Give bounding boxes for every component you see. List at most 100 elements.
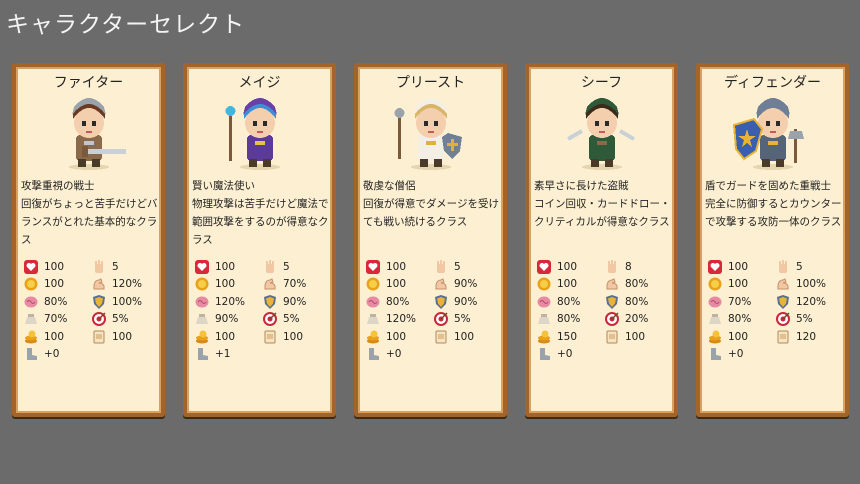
stat-row: 5% [92, 312, 129, 327]
stat-row: 80% [24, 294, 67, 309]
stat-value: 100 [454, 330, 475, 343]
shield-icon [263, 295, 277, 309]
character-card[interactable]: ファイター 攻撃重視の戦士 回復がちょっと苦手だけどバ ランスがとれた基本的なクラス… [12, 63, 165, 417]
brain-icon [366, 295, 380, 309]
stat-value: 100 [283, 330, 304, 343]
card-icon [434, 330, 448, 344]
stat-value: 80% [557, 313, 581, 325]
stat-value: 100 [728, 330, 749, 343]
stat-row: 100 [605, 329, 645, 344]
shield-icon [92, 295, 106, 309]
stat-value: 5% [283, 313, 300, 325]
stat-row: 20% [605, 312, 648, 327]
stat-value: 70% [44, 313, 68, 325]
stat-value: 90% [215, 313, 239, 325]
stat-value: 80% [728, 313, 752, 325]
coin-icon [537, 277, 551, 291]
stat-value: 150 [557, 330, 578, 343]
stat-row: 100 [24, 259, 64, 274]
stat-row: 100 [366, 259, 406, 274]
stat-row: 100 [366, 329, 406, 344]
coin-stack-icon [24, 330, 38, 344]
stat-row: 80% [605, 294, 648, 309]
description-line: 物理攻撃は苦手だけど魔法で [192, 198, 329, 210]
description-line: 範囲攻撃をするのが得意なク [192, 216, 329, 228]
stat-row: 120% [195, 294, 245, 309]
character-card[interactable]: シーフ 素早さに長けた盗賊 コイン回収・カードドロー・ クリティカルが得意なクラス 1… [525, 63, 678, 417]
description-line: ランスがとれた基本的なクラ [21, 216, 158, 228]
character-card[interactable]: プリースト 敬虔な僧侶 回復が得意でダメージを受け ても戦い続けるクラス 100 100… [354, 63, 507, 417]
stat-row: 5 [434, 259, 461, 274]
stat-row: 8 [605, 259, 632, 274]
stat-row: 5% [776, 312, 813, 327]
arm-icon [605, 277, 619, 291]
coin-stack-icon [366, 330, 380, 344]
description-line: 盾でガードを固めた重戦士 [705, 180, 831, 192]
stat-value: +0 [557, 348, 573, 360]
coin-icon [24, 277, 38, 291]
description-line: で攻撃する攻防一体のクラス [705, 216, 842, 228]
character-card[interactable]: メイジ 賢い魔法使い 物理攻撃は苦手だけど魔法で 範囲攻撃をするのが得意なク ラス 10… [183, 63, 336, 417]
stat-value: 100% [112, 295, 143, 308]
stat-value: 100 [728, 260, 749, 273]
hand-icon [434, 260, 448, 274]
brain-icon [24, 295, 38, 309]
stat-value: 100 [386, 330, 407, 343]
stat-value: 100 [557, 260, 578, 273]
stat-value: 100 [44, 278, 65, 290]
card-icon [605, 330, 619, 344]
description-line: 素早さに長けた盗賊 [534, 180, 629, 192]
stat-value: 5% [454, 313, 471, 325]
stat-row: 100% [92, 294, 142, 309]
stat-value: 100 [625, 330, 646, 343]
stat-row: 100 [434, 329, 474, 344]
character-card[interactable]: ディフェンダー 盾でガードを固めた重戦士 完全に防御するとカウンター で攻撃する攻防… [696, 63, 849, 417]
sack-icon [366, 312, 380, 326]
stat-row: +0 [708, 347, 743, 362]
arm-icon [776, 277, 790, 291]
fighter-portrait [48, 89, 130, 171]
target-icon [434, 312, 448, 326]
coin-stack-icon [708, 330, 722, 344]
stat-row: 90% [263, 294, 306, 309]
stat-row: 5 [92, 259, 119, 274]
stat-value: 120% [112, 278, 143, 290]
card-icon [92, 330, 106, 344]
stat-row: 80% [366, 294, 409, 309]
description-line: 敬虔な僧侶 [363, 180, 416, 192]
description-line: クリティカルが得意なクラス [534, 216, 670, 228]
stat-row: 5% [263, 312, 300, 327]
brain-icon [537, 295, 551, 309]
sack-icon [537, 312, 551, 326]
mage-portrait [219, 89, 301, 171]
stat-row: 100 [537, 259, 577, 274]
stat-value: +0 [44, 348, 60, 360]
stat-row: 100 [24, 277, 64, 292]
stat-row: 80% [537, 294, 580, 309]
sack-icon [195, 312, 209, 326]
sack-icon [24, 312, 38, 326]
character-description: 盾でガードを固めた重戦士 完全に防御するとカウンター で攻撃する攻防一体のクラス [705, 177, 842, 231]
description-line: 攻撃重視の戦士 [21, 180, 95, 192]
defender-portrait [732, 89, 814, 171]
stat-row: 5 [776, 259, 803, 274]
heart-icon [708, 260, 722, 274]
brain-icon [708, 295, 722, 309]
target-icon [92, 312, 106, 326]
description-line: ス [21, 234, 32, 246]
stat-row: 120 [776, 329, 816, 344]
stat-value: +1 [215, 348, 231, 360]
hand-icon [605, 260, 619, 274]
description-line: ても戦い続けるクラス [363, 216, 468, 228]
coin-icon [708, 277, 722, 291]
stat-row: 100 [366, 277, 406, 292]
stat-row: 80% [708, 312, 751, 327]
stat-row: 80% [537, 312, 580, 327]
character-description: 敬虔な僧侶 回復が得意でダメージを受け ても戦い続けるクラス [363, 177, 500, 231]
stat-row: 100 [708, 259, 748, 274]
shield-icon [434, 295, 448, 309]
stat-value: 90% [454, 278, 478, 290]
shield-icon [776, 295, 790, 309]
stat-value: 120 [796, 330, 817, 343]
heart-icon [195, 260, 209, 274]
